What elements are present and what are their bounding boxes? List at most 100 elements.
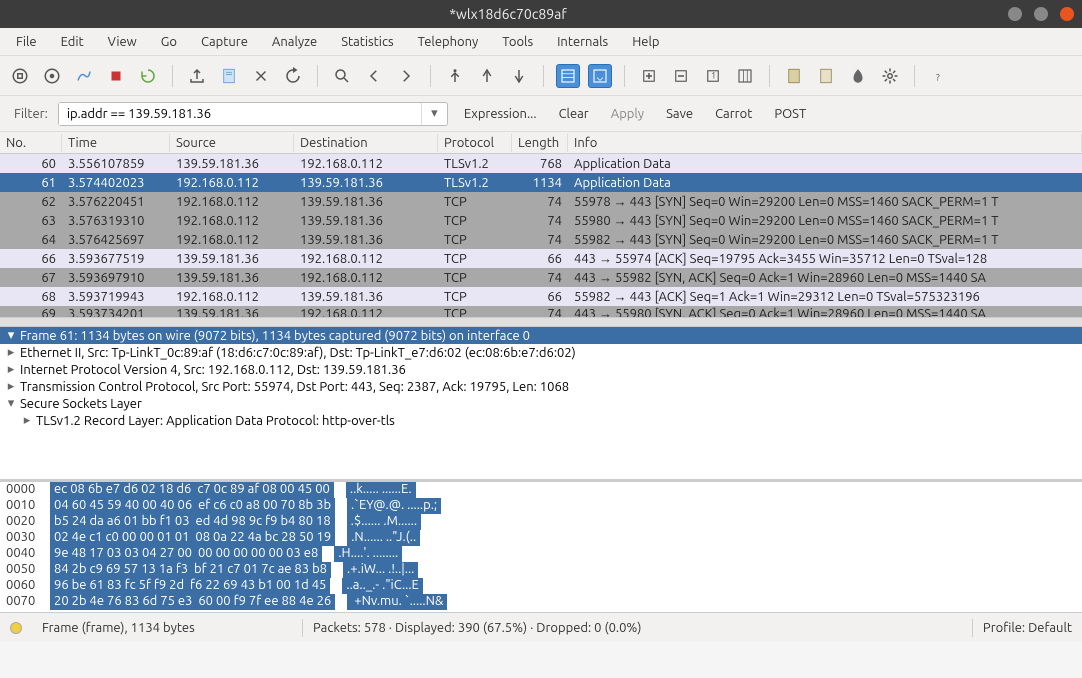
hex-row[interactable]: 005084 2b c9 69 57 13 1a f3 bf 21 c7 01 … — [0, 562, 1082, 578]
window-maximize-button[interactable] — [1034, 7, 1048, 21]
display-filters-icon[interactable] — [814, 64, 838, 88]
options-icon[interactable] — [40, 64, 64, 88]
detail-tree-row[interactable]: ▸TLSv1.2 Record Layer: Application Data … — [0, 412, 1082, 429]
packet-row[interactable]: 693.593734201139.59.181.36192.168.0.112T… — [0, 306, 1082, 317]
expand-arrow-icon[interactable]: ▸ — [6, 379, 16, 394]
window-close-button[interactable] — [1060, 7, 1074, 21]
menubar: FileEditViewGoCaptureAnalyzeStatisticsTe… — [0, 28, 1082, 56]
window-minimize-button[interactable] — [1008, 7, 1022, 21]
menu-telephony[interactable]: Telephony — [408, 32, 489, 52]
go-last-icon[interactable] — [507, 64, 531, 88]
filter-dropdown-button[interactable]: ▾ — [421, 103, 447, 125]
menu-view[interactable]: View — [98, 32, 147, 52]
hex-ascii: ..k..... ......E. — [346, 482, 416, 498]
hex-row[interactable]: 00409e 48 17 03 03 04 27 00 00 00 00 00 … — [0, 546, 1082, 562]
packet-details-pane[interactable]: ▾Frame 61: 1134 bytes on wire (9072 bits… — [0, 327, 1082, 482]
menu-file[interactable]: File — [6, 32, 47, 52]
menu-go[interactable]: Go — [151, 32, 187, 52]
hex-row[interactable]: 0000ec 08 6b e7 d6 02 18 d6 c7 0c 89 af … — [0, 482, 1082, 498]
filter-clear-button[interactable]: Clear — [553, 104, 595, 124]
expand-arrow-icon[interactable]: ▸ — [22, 413, 32, 428]
column-length[interactable]: Length — [512, 134, 568, 152]
column-no[interactable]: No. — [0, 134, 62, 152]
preferences-icon[interactable] — [878, 64, 902, 88]
expand-arrow-icon[interactable]: ▾ — [6, 328, 16, 343]
detail-tree-row[interactable]: ▸Transmission Control Protocol, Src Port… — [0, 378, 1082, 395]
packet-row[interactable]: 623.576220451192.168.0.112139.59.181.36T… — [0, 192, 1082, 211]
hex-ascii: ..a.._.- ."iC...E — [342, 578, 422, 594]
detail-tree-row[interactable]: ▾Frame 61: 1134 bytes on wire (9072 bits… — [0, 327, 1082, 344]
hex-ascii: .H....'. ........ — [334, 546, 402, 562]
menu-statistics[interactable]: Statistics — [331, 32, 403, 52]
start-capture-icon[interactable] — [72, 64, 96, 88]
hex-row[interactable]: 001004 60 45 59 40 00 40 06 ef c6 c0 a8 … — [0, 498, 1082, 514]
hex-bytes: b5 24 da a6 01 bb f1 03 ed 4d 98 9c f9 b… — [50, 514, 335, 530]
stop-capture-icon[interactable] — [104, 64, 128, 88]
detail-text: Secure Sockets Layer — [20, 397, 142, 411]
expand-arrow-icon[interactable]: ▸ — [6, 345, 16, 360]
column-protocol[interactable]: Protocol — [438, 134, 512, 152]
filter-label: Filter: — [14, 107, 48, 121]
packet-row[interactable]: 613.574402023192.168.0.112139.59.181.36T… — [0, 173, 1082, 192]
hex-row[interactable]: 0020b5 24 da a6 01 bb f1 03 ed 4d 98 9c … — [0, 514, 1082, 530]
packet-row[interactable]: 663.593677519139.59.181.36192.168.0.112T… — [0, 249, 1082, 268]
filter-carrot-button[interactable]: Carrot — [709, 104, 758, 124]
go-back-icon[interactable] — [362, 64, 386, 88]
capture-filters-icon[interactable] — [782, 64, 806, 88]
column-info[interactable]: Info — [568, 134, 1082, 152]
packet-row[interactable]: 633.576319310192.168.0.112139.59.181.36T… — [0, 211, 1082, 230]
status-profile[interactable]: Profile: Default — [973, 621, 1082, 635]
go-to-packet-icon[interactable] — [443, 64, 467, 88]
find-icon[interactable] — [330, 64, 354, 88]
expand-arrow-icon[interactable]: ▸ — [6, 362, 16, 377]
packet-list[interactable]: 603.556107859139.59.181.36192.168.0.112T… — [0, 154, 1082, 317]
detail-tree-row[interactable]: ▸Internet Protocol Version 4, Src: 192.1… — [0, 361, 1082, 378]
detail-tree-row[interactable]: ▸Ethernet II, Src: Tp-LinkT_0c:89:af (18… — [0, 344, 1082, 361]
menu-edit[interactable]: Edit — [51, 32, 94, 52]
menu-capture[interactable]: Capture — [191, 32, 258, 52]
horizontal-scrollbar[interactable] — [0, 317, 1082, 327]
zoom-out-icon[interactable] — [669, 64, 693, 88]
zoom-in-icon[interactable] — [637, 64, 661, 88]
hex-offset: 0060 — [0, 578, 50, 594]
expert-info-led-icon[interactable] — [10, 622, 22, 634]
close-file-icon[interactable] — [249, 64, 273, 88]
menu-analyze[interactable]: Analyze — [262, 32, 327, 52]
packet-row[interactable]: 603.556107859139.59.181.36192.168.0.112T… — [0, 154, 1082, 173]
help-icon[interactable]: ? — [927, 64, 951, 88]
filter-input[interactable] — [59, 103, 421, 125]
expand-arrow-icon[interactable]: ▾ — [6, 396, 16, 411]
filter-expression-button[interactable]: Expression... — [458, 104, 543, 124]
coloring-rules-icon[interactable] — [846, 64, 870, 88]
column-destination[interactable]: Destination — [294, 134, 438, 152]
restart-capture-icon[interactable] — [136, 64, 160, 88]
interfaces-icon[interactable] — [8, 64, 32, 88]
menu-help[interactable]: Help — [622, 32, 669, 52]
filter-save-button[interactable]: Save — [660, 104, 699, 124]
zoom-reset-icon[interactable]: 1 — [701, 64, 725, 88]
hex-ascii: .+.iW... .!..|... — [343, 562, 418, 578]
menu-tools[interactable]: Tools — [492, 32, 543, 52]
hex-row[interactable]: 007020 2b 4e 76 83 6d 75 e3 60 00 f9 7f … — [0, 594, 1082, 610]
hex-row[interactable]: 003002 4e c1 c0 00 00 01 01 08 0a 22 4a … — [0, 530, 1082, 546]
filter-post-button[interactable]: POST — [768, 104, 812, 124]
menu-internals[interactable]: Internals — [547, 32, 618, 52]
hex-row[interactable]: 006096 be 61 83 fc 5f f9 2d f6 22 69 43 … — [0, 578, 1082, 594]
reload-icon[interactable] — [281, 64, 305, 88]
main-toolbar: 1 ? — [0, 56, 1082, 96]
colorize-icon[interactable] — [556, 64, 580, 88]
column-time[interactable]: Time — [62, 134, 170, 152]
autoscroll-icon[interactable] — [588, 64, 612, 88]
packet-row[interactable]: 683.593719943192.168.0.112139.59.181.36T… — [0, 287, 1082, 306]
detail-tree-row[interactable]: ▾ Secure Sockets Layer — [0, 395, 1082, 412]
save-file-icon[interactable] — [217, 64, 241, 88]
filter-apply-button[interactable]: Apply — [605, 104, 650, 124]
open-file-icon[interactable] — [185, 64, 209, 88]
go-first-icon[interactable] — [475, 64, 499, 88]
packet-row[interactable]: 673.593697910139.59.181.36192.168.0.112T… — [0, 268, 1082, 287]
column-source[interactable]: Source — [170, 134, 294, 152]
resize-columns-icon[interactable] — [733, 64, 757, 88]
go-forward-icon[interactable] — [394, 64, 418, 88]
packet-row[interactable]: 643.576425697192.168.0.112139.59.181.36T… — [0, 230, 1082, 249]
packet-bytes-pane[interactable]: 0000ec 08 6b e7 d6 02 18 d6 c7 0c 89 af … — [0, 482, 1082, 612]
